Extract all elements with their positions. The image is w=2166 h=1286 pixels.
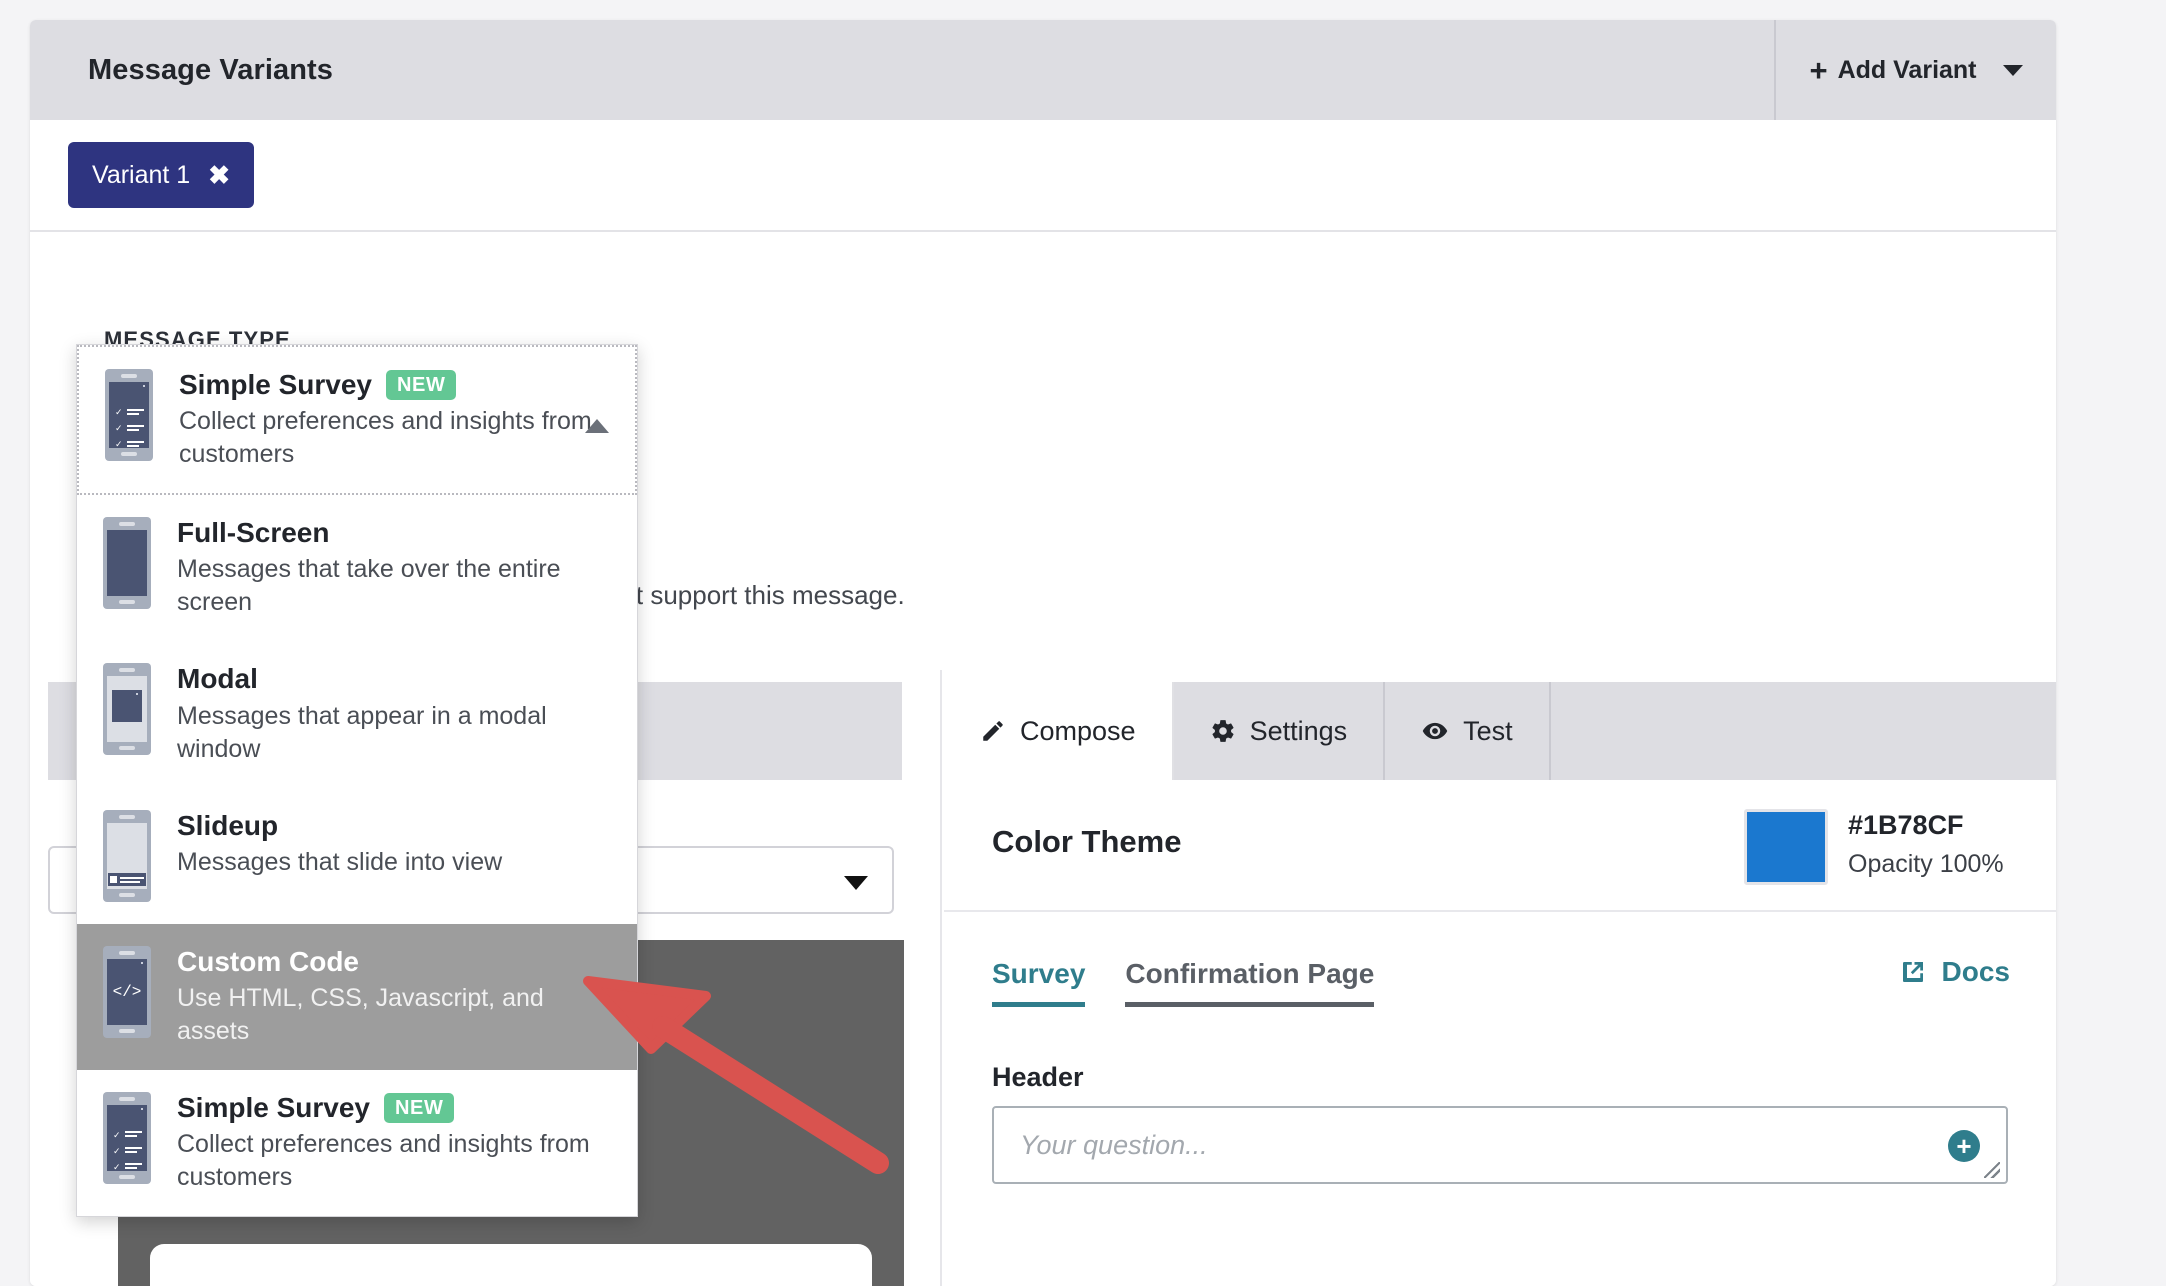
dropdown-option-simple-survey[interactable]: ✓ ✓ ✓ Simple Survey NEW Collect preferen… — [77, 1070, 637, 1216]
dropdown-option-slideup[interactable]: Slideup Messages that slide into view — [77, 788, 637, 924]
dropdown-option-custom-code[interactable]: </> Custom Code Use HTML, CSS, Javascrip… — [77, 923, 637, 1070]
color-theme-row: Color Theme #1B78CF Opacity 100% — [944, 780, 2056, 912]
new-badge: NEW — [383, 1092, 455, 1123]
eye-icon — [1422, 722, 1448, 740]
subtab-confirmation-page[interactable]: Confirmation Page — [1125, 958, 1375, 1007]
dropdown-option-selected[interactable]: ✓ ✓ ✓ Simple Survey NEW Collect preferen… — [79, 347, 635, 493]
dropdown-option-title-row: Simple Survey NEW — [177, 1092, 597, 1124]
variant-tab-row: Variant 1 ✖ — [30, 120, 2056, 232]
phone-slideup-icon — [103, 809, 151, 902]
tab-settings-label: Settings — [1249, 715, 1348, 746]
phone-code-icon: </> — [103, 945, 151, 1038]
dropdown-option-title: Modal — [177, 663, 258, 695]
tab-test-label: Test — [1463, 715, 1513, 746]
dropdown-option-description: Collect preferences and insights from cu… — [177, 1129, 590, 1191]
dropdown-option-title: Simple Survey — [177, 1091, 370, 1123]
compose-panel: Color Theme #1B78CF Opacity 100% Survey … — [944, 780, 2056, 1286]
editor-column: Compose Settings Test Color Theme #1B78C… — [944, 670, 2056, 1286]
screen-root: Message Variants + Add Variant Variant 1… — [0, 0, 2166, 1286]
docs-link[interactable]: Docs — [1898, 956, 2010, 988]
dropdown-option-modal[interactable]: Modal Messages that appear in a modal wi… — [77, 641, 637, 787]
variant-chip-1[interactable]: Variant 1 ✖ — [68, 142, 255, 208]
chevron-down-icon[interactable] — [2002, 64, 2023, 76]
add-variant-button[interactable]: + Add Variant — [1774, 20, 2056, 120]
color-swatch[interactable] — [1744, 809, 1828, 885]
phone-survey-icon: ✓ ✓ ✓ — [103, 1091, 151, 1184]
subtab-survey[interactable]: Survey — [992, 958, 1086, 1007]
add-variant-label: Add Variant — [1837, 55, 1977, 84]
close-icon[interactable]: ✖ — [208, 160, 230, 191]
new-badge: NEW — [385, 370, 457, 401]
dropdown-option-title: Custom Code — [177, 945, 359, 977]
dropdown-option-description: Messages that appear in a modal window — [177, 701, 547, 763]
variant-chip-label: Variant 1 — [92, 160, 191, 189]
dropdown-option-description: Messages that slide into view — [177, 847, 503, 876]
dropdown-option-full-screen[interactable]: Full-Screen Messages that take over the … — [77, 495, 637, 641]
editor-tabstrip: Compose Settings Test — [944, 682, 2056, 780]
plus-icon: + — [1809, 52, 1828, 88]
preview-sheet — [150, 1244, 872, 1286]
compose-subtabs: Survey Confirmation Page — [992, 958, 1375, 1007]
dropdown-option-title: Slideup — [177, 809, 279, 841]
color-theme-label: Color Theme — [992, 824, 1182, 859]
gear-icon — [1212, 720, 1234, 742]
color-opacity-value: Opacity 100% — [1848, 850, 2004, 878]
phone-survey-icon: ✓ ✓ ✓ — [105, 369, 153, 461]
dropdown-option-description: Messages that take over the entire scree… — [177, 555, 561, 617]
tab-settings[interactable]: Settings — [1174, 682, 1386, 780]
dropdown-selected-description: Collect preferences and insights from cu… — [179, 407, 592, 469]
phone-modal-icon — [103, 663, 151, 756]
phone-fullscreen-icon — [103, 517, 151, 610]
docs-label: Docs — [1941, 956, 2010, 987]
dropdown-selected-title-row: Simple Survey NEW — [179, 369, 599, 401]
header-input[interactable] — [1020, 1108, 1900, 1182]
tab-compose[interactable]: Compose — [944, 682, 1174, 780]
dropdown-option-description: Use HTML, CSS, Javascript, and assets — [177, 983, 544, 1045]
dropdown-option-title: Full-Screen — [177, 517, 330, 549]
tab-test[interactable]: Test — [1385, 682, 1551, 780]
card-header: Message Variants + Add Variant — [30, 20, 2056, 120]
tab-compose-label: Compose — [1020, 715, 1136, 746]
color-hex-value: #1B78CF — [1848, 810, 1964, 840]
chevron-down-icon[interactable] — [844, 876, 868, 890]
resize-handle[interactable] — [1984, 1162, 2000, 1178]
dropdown-selected-title: Simple Survey — [179, 369, 372, 400]
header-field-label: Header — [992, 1062, 1084, 1092]
header-field-box[interactable]: + — [992, 1106, 2008, 1184]
plus-circle-icon[interactable]: + — [1948, 1130, 1980, 1162]
dropdown-selected-row[interactable]: ✓ ✓ ✓ Simple Survey NEW Collect preferen… — [77, 345, 637, 496]
message-type-dropdown[interactable]: ✓ ✓ ✓ Simple Survey NEW Collect preferen… — [76, 344, 638, 1217]
external-link-icon — [1902, 962, 1923, 982]
page-title: Message Variants — [88, 53, 334, 86]
chevron-up-icon[interactable] — [585, 419, 609, 433]
pencil-icon — [983, 721, 1003, 741]
